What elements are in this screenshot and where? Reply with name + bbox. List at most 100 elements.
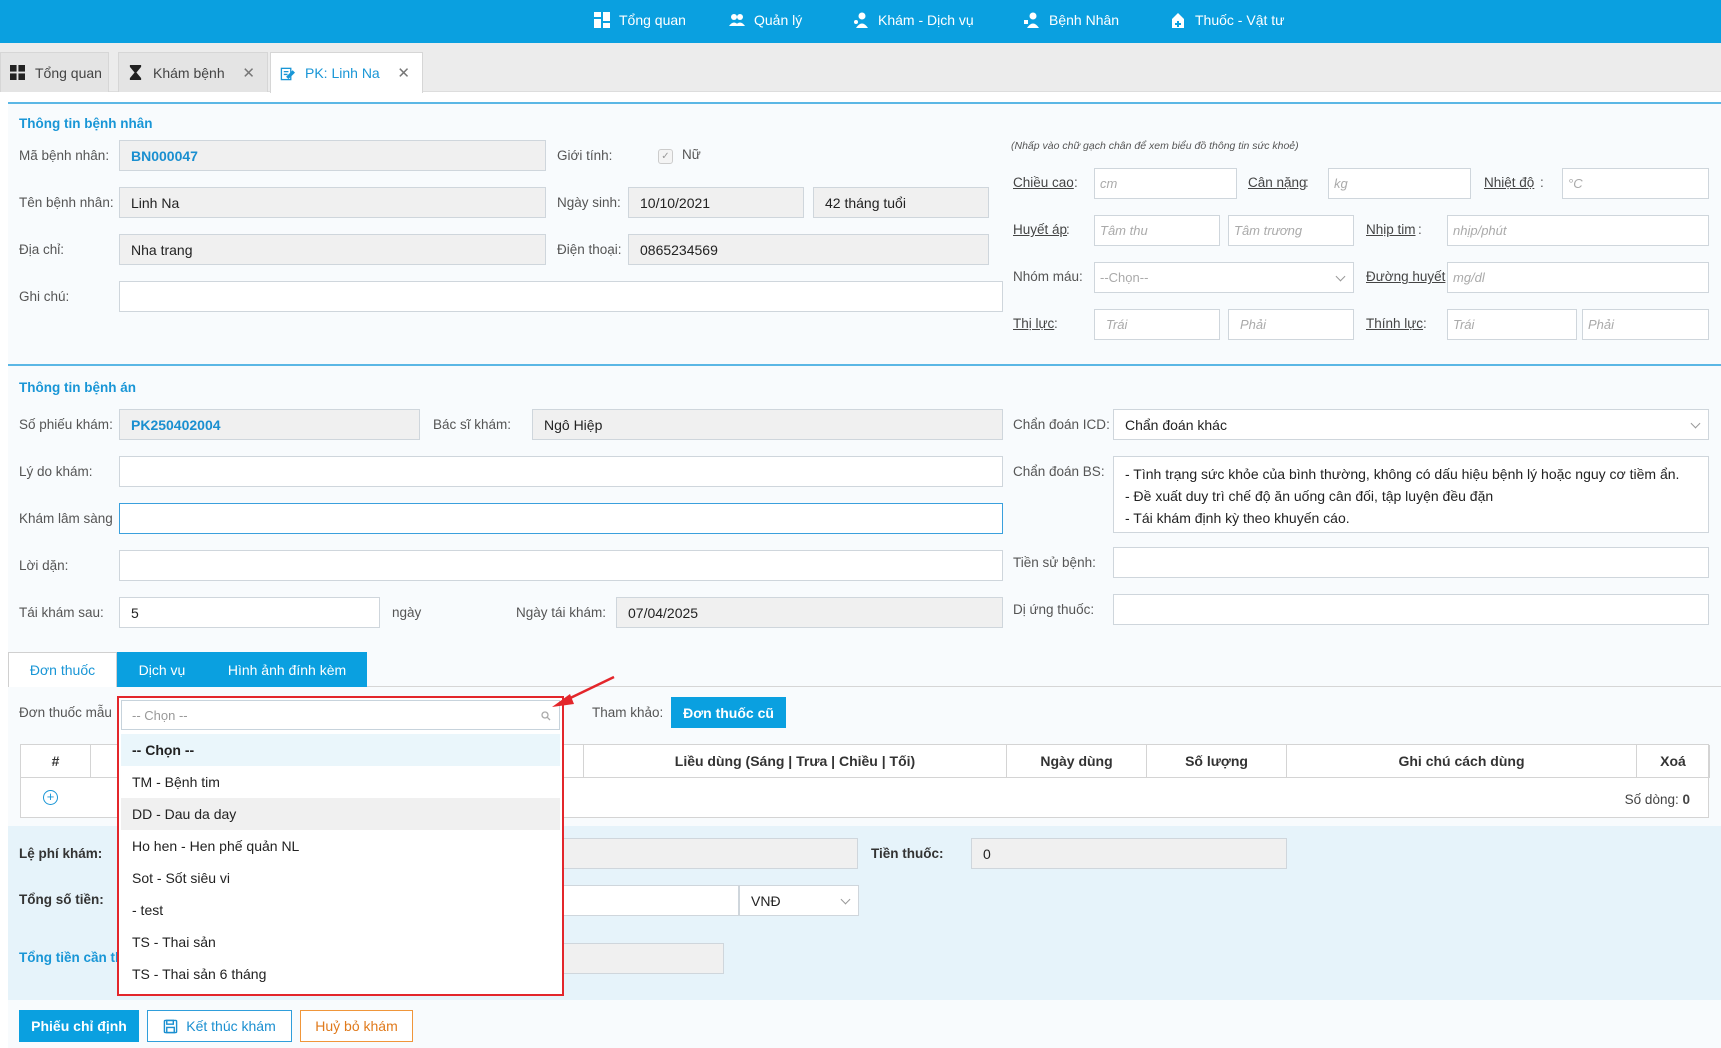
chevron-down-icon (840, 894, 851, 905)
blood-pressure-label[interactable]: Huyết áp (1013, 222, 1067, 237)
temperature-label[interactable]: Nhiệt độ (1484, 175, 1534, 190)
template-search-input[interactable]: -- Chọn -- (121, 700, 560, 730)
col-header-delete: Xoá (1637, 745, 1710, 778)
height-label[interactable]: Chiều cao (1013, 175, 1074, 190)
glucose-field[interactable]: mg/dl (1447, 262, 1709, 293)
nav-thuoc-vat-tu[interactable]: Thuốc - Vật tư (1170, 0, 1285, 40)
template-option[interactable]: Sot - Sốt siêu vi (121, 862, 560, 894)
template-option[interactable]: TM - Bệnh tim (121, 766, 560, 798)
tab-hinh-anh[interactable]: Hình ảnh đính kèm (207, 652, 367, 687)
cancel-exam-button[interactable]: Huỷ bỏ khám (300, 1010, 413, 1042)
doctor-label: Bác sĩ khám: (433, 417, 512, 432)
dob-field: 10/10/2021 (628, 187, 804, 218)
finish-exam-label: Kết thúc khám (186, 1018, 276, 1034)
clinical-exam-field[interactable] (119, 503, 1003, 534)
heart-rate-field[interactable]: nhịp/phút (1447, 215, 1709, 246)
currency-select[interactable]: VNĐ (739, 885, 859, 916)
gender-checkbox[interactable]: ✓ (658, 149, 673, 164)
slip-number-field: PK250402004 (119, 409, 420, 440)
doctor-icon (854, 12, 868, 28)
template-option[interactable]: TS - Thai sản (121, 926, 560, 958)
allergy-field[interactable] (1113, 594, 1709, 625)
section-title-patient: Thông tin bệnh nhân (19, 116, 153, 131)
patient-name-field: Linh Na (119, 187, 546, 218)
revisit-days-field[interactable]: 5 (119, 597, 380, 628)
icd-select[interactable]: Chẩn đoán khác (1113, 409, 1709, 440)
template-option[interactable]: Ho hen - Hen phế quản NL (121, 830, 560, 862)
blood-type-label: Nhóm máu: (1013, 269, 1083, 284)
advice-field[interactable] (119, 550, 1003, 581)
colon: : (1418, 222, 1422, 237)
doctor-diagnosis-textarea[interactable]: - Tình trạng sức khỏe của bình thường, k… (1113, 456, 1709, 533)
tab-dich-vu[interactable]: Dịch vụ (117, 652, 207, 687)
temperature-field[interactable]: °C (1562, 168, 1709, 199)
nav-kham-dich-vu[interactable]: Khám - Dịch vụ (853, 0, 974, 40)
template-option-list: -- Chọn -- TM - Bệnh tim DD - Dau da day… (121, 734, 560, 990)
tab-label: Tổng quan (35, 64, 102, 81)
hearing-label[interactable]: Thính lực (1366, 316, 1423, 331)
tab-kham-benh[interactable]: Khám bệnh ✕ (118, 52, 268, 92)
tab-don-thuoc[interactable]: Đơn thuốc (8, 652, 117, 687)
reason-field[interactable] (119, 456, 1003, 487)
patient-icon (1024, 12, 1039, 28)
blood-type-select[interactable]: --Chọn-- (1094, 262, 1354, 293)
add-row-icon[interactable]: + (43, 790, 58, 805)
search-icon (541, 711, 551, 721)
total-label: Tổng số tiền: (19, 892, 104, 907)
template-label: Đơn thuốc mẫu (19, 705, 112, 720)
template-option[interactable]: DD - Dau da day (121, 798, 560, 830)
age-field: 42 tháng tuổi (813, 187, 989, 218)
hearing-left-field[interactable]: Trái (1447, 309, 1577, 340)
bp-systolic-field[interactable]: Tâm thu (1094, 215, 1220, 246)
old-prescription-button[interactable]: Đơn thuốc cũ (671, 697, 786, 728)
address-field: Nha trang (119, 234, 546, 265)
nav-label: Khám - Dịch vụ (878, 12, 974, 28)
currency-value: VNĐ (751, 892, 781, 909)
nav-quan-ly[interactable]: Quản lý (729, 0, 802, 40)
chevron-down-icon (1690, 418, 1701, 429)
hearing-right-field[interactable]: Phải (1582, 309, 1709, 340)
glucose-label[interactable]: Đường huyết (1366, 269, 1445, 284)
finish-exam-button[interactable]: Kết thúc khám (147, 1010, 292, 1042)
medicine-fee-label: Tiền thuốc: (871, 846, 944, 861)
col-header-dosage: Liều dùng (Sáng | Trưa | Chiều | Tối) (584, 745, 1007, 778)
history-field[interactable] (1113, 547, 1709, 578)
nav-benh-nhan[interactable]: Bệnh Nhân (1024, 0, 1119, 40)
nav-label: Tổng quan (619, 12, 686, 28)
advice-label: Lời dặn: (19, 558, 69, 573)
top-navigation-bar: Tổng quan Quản lý Khám - Dịch vụ Bệnh Nh… (0, 0, 1721, 43)
nav-tong-quan[interactable]: Tổng quan (594, 0, 686, 40)
weight-label[interactable]: Cân nặng (1248, 175, 1307, 190)
revisit-date-label: Ngày tái khám: (516, 605, 607, 620)
tab-tong-quan[interactable]: Tổng quan (0, 52, 109, 92)
weight-field[interactable]: kg (1328, 168, 1471, 199)
note-field[interactable] (119, 281, 1003, 312)
order-slip-button[interactable]: Phiếu chỉ định (19, 1010, 139, 1042)
close-icon[interactable]: ✕ (242, 64, 255, 82)
tab-pk-linh-na[interactable]: PK: Linh Na ✕ (270, 52, 423, 93)
template-option[interactable]: -- Chọn -- (121, 734, 560, 766)
patient-name-label: Tên bệnh nhân: (19, 195, 114, 210)
height-field[interactable]: cm (1094, 168, 1237, 199)
phone-field: 0865234569 (628, 234, 989, 265)
vision-right-field[interactable]: Phải (1228, 309, 1354, 340)
template-option[interactable]: TS - Thai sản 6 tháng (121, 958, 560, 990)
note-label: Ghi chú: (19, 289, 70, 304)
close-icon[interactable]: ✕ (397, 64, 410, 82)
total-due-label: Tổng tiền cần th (19, 950, 124, 965)
vision-left-field[interactable]: Trái (1094, 309, 1220, 340)
gender-value: Nữ (682, 147, 701, 162)
vision-label[interactable]: Thị lực (1013, 316, 1054, 331)
section-title-record: Thông tin bệnh án (19, 380, 136, 395)
template-option[interactable]: - test (121, 894, 560, 926)
total-field[interactable] (560, 885, 739, 916)
nav-label: Thuốc - Vật tư (1195, 12, 1285, 28)
chevron-down-icon (1335, 271, 1346, 282)
bp-diastolic-field[interactable]: Tâm trương (1228, 215, 1354, 246)
heart-rate-label[interactable]: Nhịp tim (1366, 222, 1416, 237)
col-header-quantity: Số lượng (1147, 745, 1287, 778)
dashboard-icon (594, 12, 610, 28)
nav-label: Quản lý (754, 12, 803, 28)
col-header-days: Ngày dùng (1007, 745, 1147, 778)
row-count: Số dòng: 0 (1624, 792, 1690, 807)
